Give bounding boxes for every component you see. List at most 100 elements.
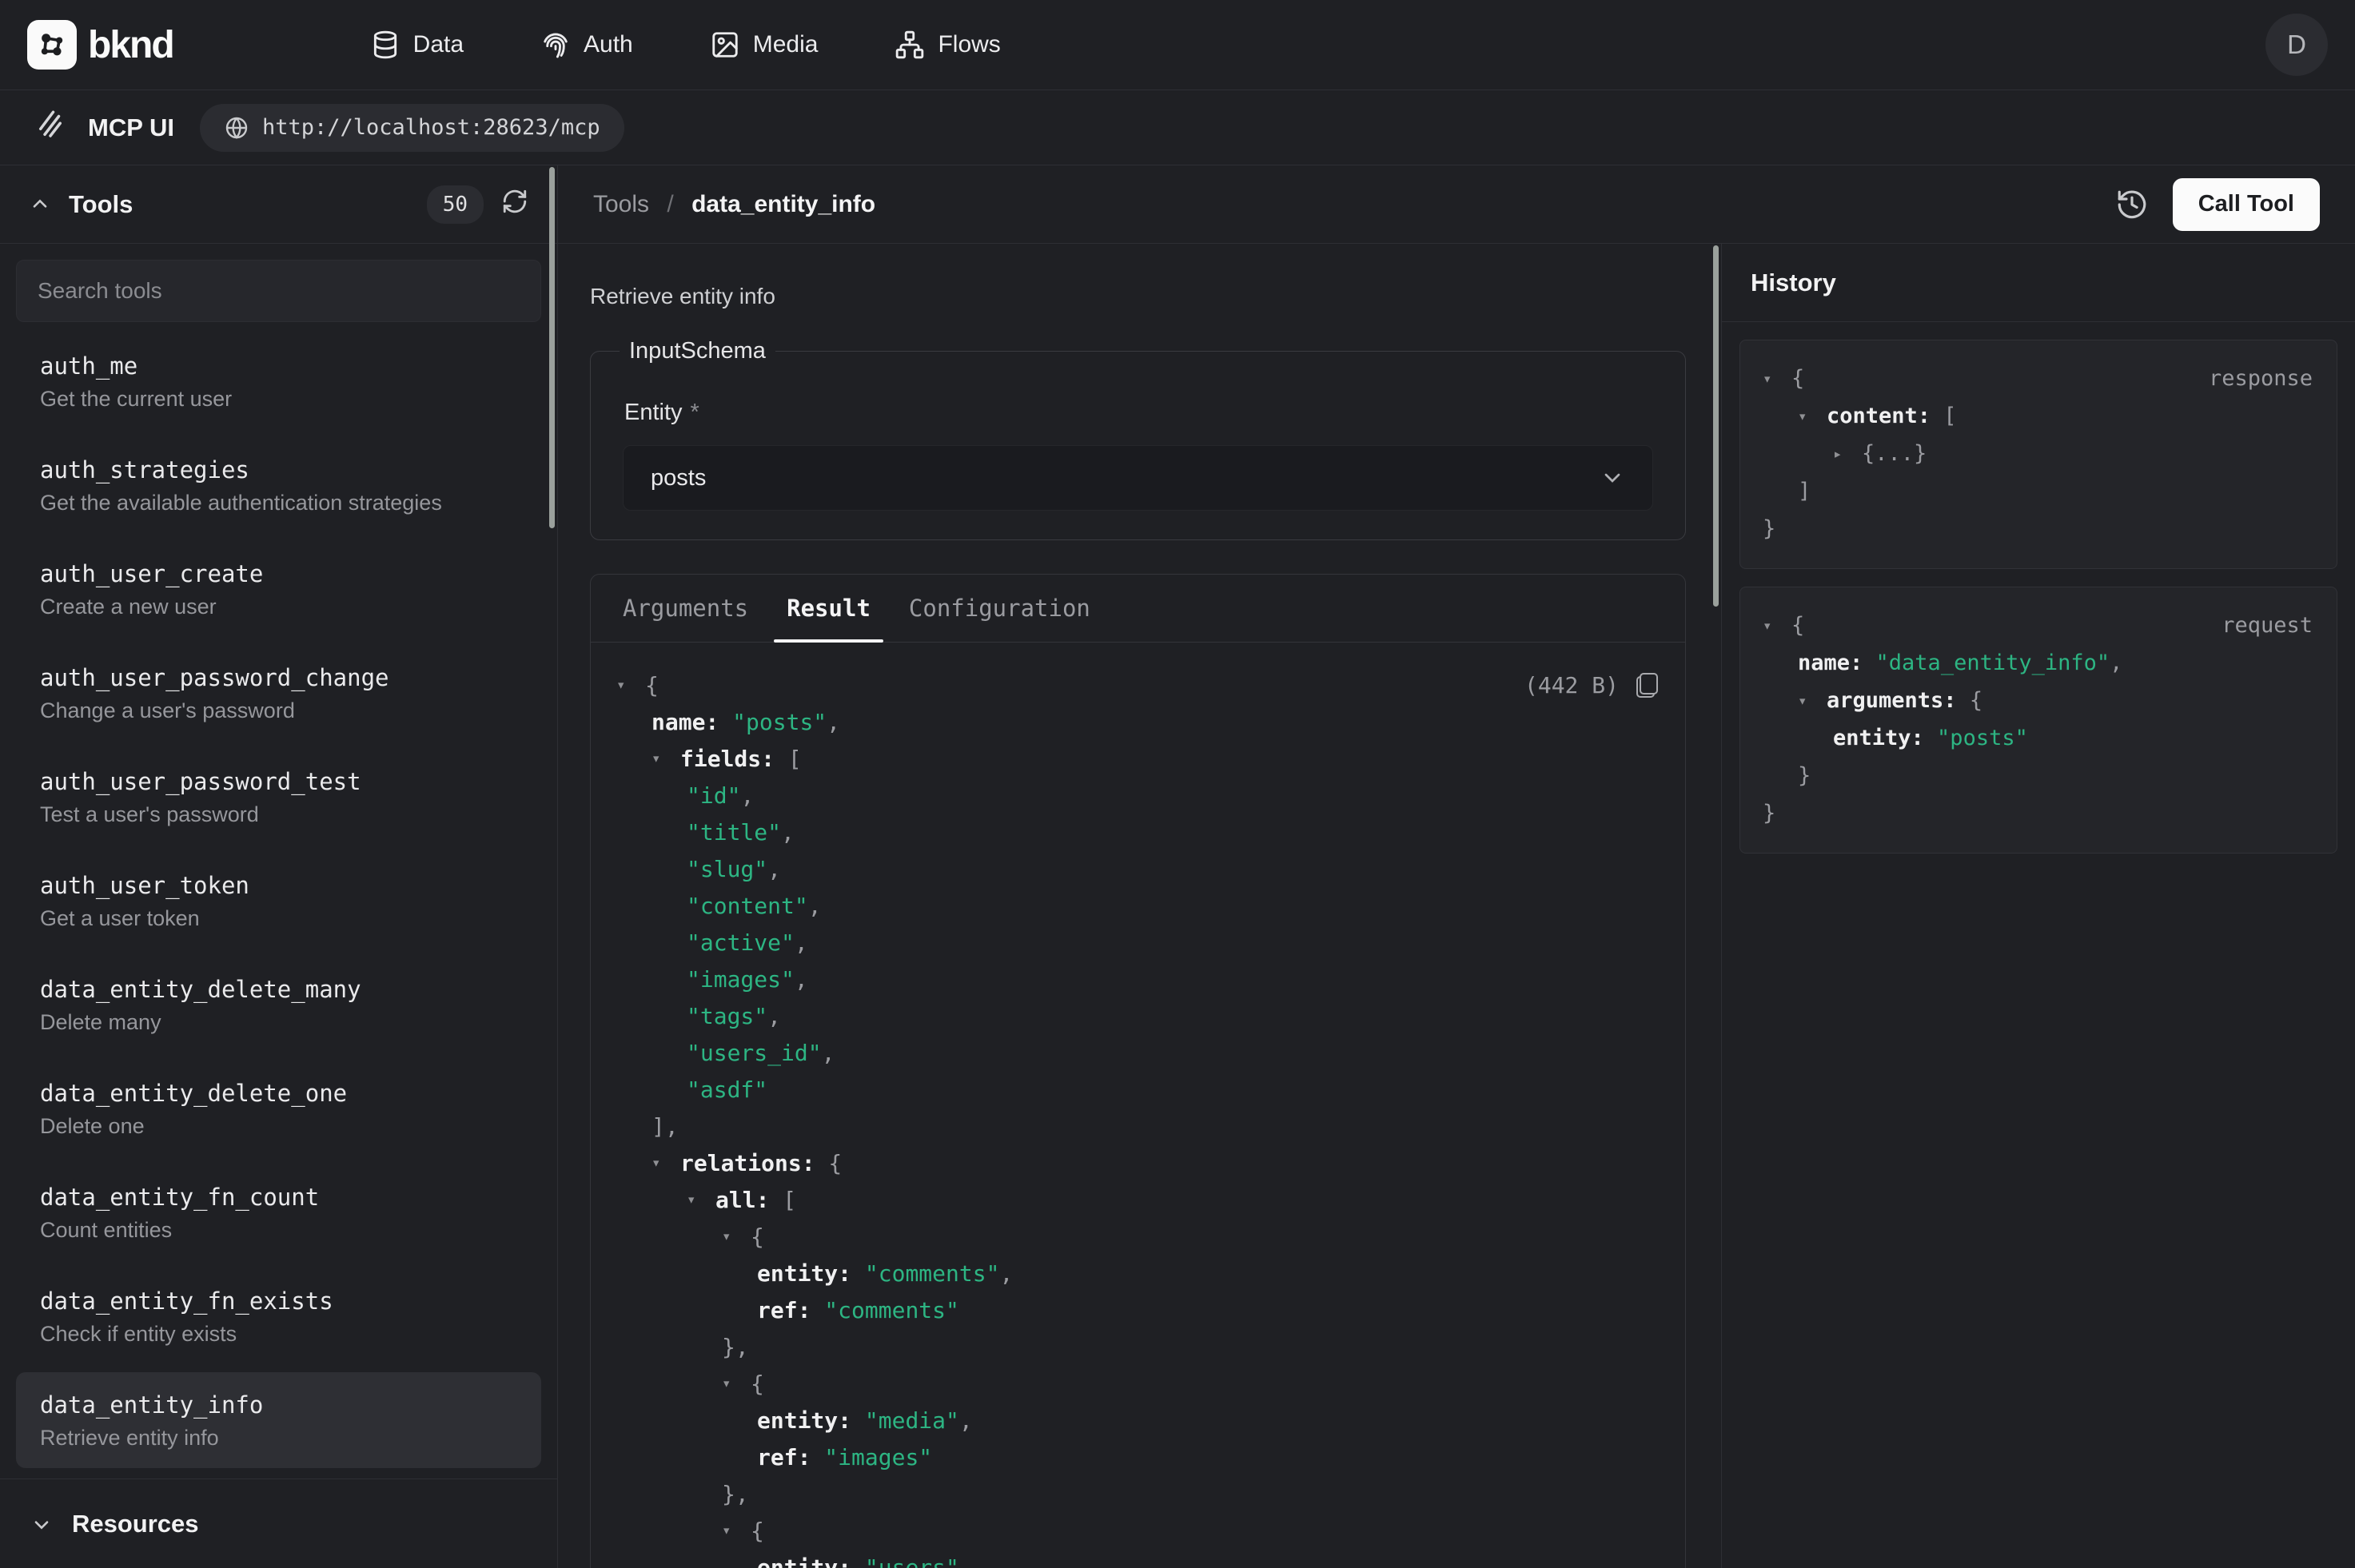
mcp-url-pill[interactable]: http://localhost:28623/mcp xyxy=(200,104,624,152)
collapse-toggle-icon[interactable]: ▾ xyxy=(652,1154,680,1172)
network-icon xyxy=(895,30,925,60)
json-line: ▾{(442 B) xyxy=(616,667,1658,703)
tool-item-data_entity_delete_one[interactable]: data_entity_delete_one Delete one xyxy=(16,1061,541,1156)
collapse-toggle-icon[interactable]: ▾ xyxy=(722,1228,751,1245)
tool-desc: Count entities xyxy=(40,1217,517,1243)
json-pun: , xyxy=(827,709,840,735)
json-pun: , xyxy=(795,929,808,956)
tool-item-auth_me[interactable]: auth_meGet the current user xyxy=(16,333,541,429)
json-line: name: "posts", xyxy=(616,703,1658,740)
database-icon xyxy=(370,30,400,60)
json-line: "content", xyxy=(616,887,1658,924)
user-avatar[interactable]: D xyxy=(2265,14,2328,76)
refresh-icon[interactable] xyxy=(501,188,528,221)
expand-toggle-icon[interactable]: ▸ xyxy=(1833,445,1862,463)
bknd-logo-icon xyxy=(27,20,77,70)
json-pun: , xyxy=(822,1040,835,1066)
json-line: } xyxy=(1763,794,2313,832)
search-input[interactable] xyxy=(16,260,541,322)
tab-arguments[interactable]: Arguments xyxy=(604,575,767,642)
tool-desc: Get the current user xyxy=(40,386,517,412)
collapse-toggle-icon[interactable]: ▾ xyxy=(652,750,680,767)
json-line: entity: "media", xyxy=(616,1402,1658,1439)
app: bknd DataAuthMediaFlows D MCP UI http://… xyxy=(0,0,2355,1568)
collapse-toggle-icon[interactable]: ▾ xyxy=(1798,408,1827,425)
json-pun: , xyxy=(781,819,795,846)
json-str: "active" xyxy=(687,929,795,956)
tools-header[interactable]: Tools 50 xyxy=(0,165,557,244)
json-str: "data_entity_info" xyxy=(1863,651,2110,675)
collapse-toggle-icon[interactable]: ▾ xyxy=(1798,692,1827,710)
breadcrumb-current: data_entity_info xyxy=(691,191,875,217)
json-pun: { xyxy=(1957,688,1983,713)
json-key: name: xyxy=(1798,651,1863,675)
tool-item-auth_user_create[interactable]: auth_user_createCreate a new user xyxy=(16,541,541,637)
json-key: arguments: xyxy=(1827,688,1957,713)
result-tabbox: ArgumentsResultConfiguration ▾{(442 B)na… xyxy=(590,574,1686,1568)
tab-result[interactable]: Result xyxy=(767,575,890,642)
collapse-toggle-icon[interactable]: ▾ xyxy=(722,1375,751,1392)
tool-item-auth_strategies[interactable]: auth_strategiesGet the available authent… xyxy=(16,437,541,533)
sidebar-scrollbar[interactable] xyxy=(549,167,555,528)
json-str: "title" xyxy=(687,819,781,846)
copy-icon[interactable] xyxy=(1636,673,1658,698)
collapse-toggle-icon[interactable]: ▾ xyxy=(616,676,645,694)
json-line: } xyxy=(1763,510,2313,547)
entity-field-label: Entity* xyxy=(624,400,1653,426)
tool-item-auth_user_password_test[interactable]: auth_user_password_testTest a user's pas… xyxy=(16,749,541,845)
tool-name: auth_user_password_change xyxy=(40,664,517,691)
history-icon[interactable] xyxy=(2115,188,2149,221)
collapse-toggle-icon[interactable]: ▾ xyxy=(1763,617,1791,635)
collapse-toggle-icon[interactable]: ▾ xyxy=(722,1522,751,1539)
tool-name: data_entity_fn_exists xyxy=(40,1287,517,1315)
json-str: "images" xyxy=(687,966,795,993)
tools-scroll-area: auth_meGet the current userauth_strategi… xyxy=(0,244,557,1478)
json-pun: }, xyxy=(722,1481,749,1507)
entity-select-value: posts xyxy=(651,465,706,491)
json-line: ▾{ xyxy=(616,1218,1658,1255)
json-pun: , xyxy=(999,1260,1013,1287)
tool-item-data_entity_fn_exists[interactable]: data_entity_fn_existsCheck if entity exi… xyxy=(16,1268,541,1364)
tool-item-data_entity_info[interactable]: data_entity_infoRetrieve entity info xyxy=(16,1372,541,1468)
history-card[interactable]: ▾{response▾content: [▸{...}]} xyxy=(1739,340,2337,569)
tool-item-data_entity_delete_many[interactable]: data_entity_delete_manyDelete many xyxy=(16,957,541,1053)
tool-item-auth_user_token[interactable]: auth_user_tokenGet a user token xyxy=(16,853,541,949)
tool-item-auth_user_password_change[interactable]: auth_user_password_changeChange a user's… xyxy=(16,645,541,741)
json-line: ▾{request xyxy=(1763,607,2313,644)
json-str: "images" xyxy=(811,1444,932,1470)
json-pun: { xyxy=(751,1371,764,1397)
entity-select[interactable]: posts xyxy=(623,445,1653,511)
nav-item-label: Auth xyxy=(584,31,633,58)
collapse-toggle-icon[interactable]: ▾ xyxy=(1763,370,1791,388)
nav-item-label: Flows xyxy=(938,31,1000,58)
nav-item-media[interactable]: Media xyxy=(710,30,819,60)
bknd-logo[interactable]: bknd xyxy=(27,20,173,70)
nav-item-flows[interactable]: Flows xyxy=(895,30,1000,60)
main-scrollbar[interactable] xyxy=(1713,245,1719,607)
json-str: "content" xyxy=(687,893,808,919)
json-line: ref: "images" xyxy=(616,1439,1658,1475)
json-pun: , xyxy=(767,856,781,882)
tool-item-data_entity_fn_count[interactable]: data_entity_fn_count Count entities xyxy=(16,1164,541,1260)
json-line: ▾{response xyxy=(1763,360,2313,397)
chevron-down-icon xyxy=(30,1513,53,1535)
nav-item-auth[interactable]: Auth xyxy=(540,30,633,60)
tool-name: auth_user_token xyxy=(40,872,517,899)
logo-text: bknd xyxy=(88,23,173,67)
json-pun: , xyxy=(740,782,754,809)
json-pun: , xyxy=(959,1407,973,1434)
primary-nav: Data Auth Media Flows xyxy=(370,30,1001,60)
tab-configuration[interactable]: Configuration xyxy=(890,575,1110,642)
call-tool-button[interactable]: Call Tool xyxy=(2173,178,2320,231)
breadcrumb-section[interactable]: Tools xyxy=(593,191,649,217)
nav-item-data[interactable]: Data xyxy=(370,30,464,60)
history-card[interactable]: ▾{requestname: "data_entity_info",▾argum… xyxy=(1739,587,2337,854)
resources-section-header[interactable]: Resources xyxy=(0,1478,557,1568)
tool-name: data_entity_delete_one xyxy=(40,1080,517,1107)
tool-desc: Delete one xyxy=(40,1113,517,1139)
json-pun: [ xyxy=(1931,404,1957,428)
json-line: entity: "posts" xyxy=(1763,719,2313,757)
collapse-toggle-icon[interactable]: ▾ xyxy=(687,1191,715,1208)
tool-name: data_entity_fn_count xyxy=(40,1184,517,1211)
tool-desc: Delete many xyxy=(40,1009,517,1035)
